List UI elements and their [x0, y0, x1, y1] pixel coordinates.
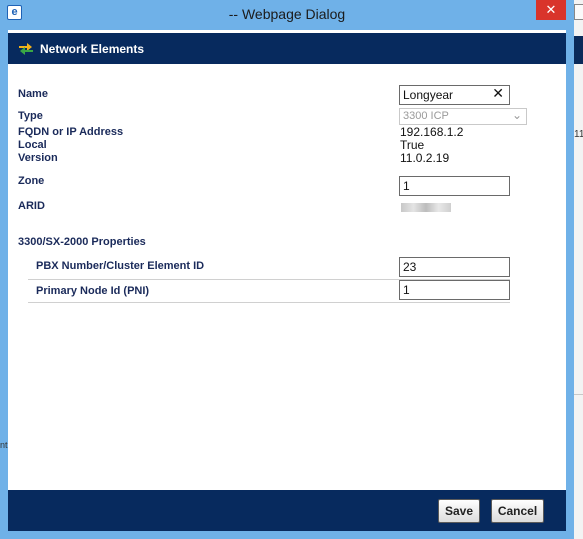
background-text-fragment: nt [0, 440, 8, 450]
network-elements-icon [19, 43, 33, 55]
fqdn-label: FQDN or IP Address [18, 126, 124, 138]
chevron-down-icon: ⌄ [511, 108, 522, 122]
close-button[interactable]: ✕ [536, 0, 566, 20]
properties-section-title: 3300/SX-2000 Properties [18, 236, 146, 248]
arid-redacted-value [401, 203, 451, 212]
background-header-bar [574, 36, 583, 64]
zone-label: Zone [18, 175, 45, 187]
clear-icon[interactable]: ✕ [492, 86, 504, 101]
local-label: Local [18, 139, 47, 151]
version-label: Version [18, 152, 58, 164]
fqdn-value: 192.168.1.2 [400, 125, 464, 139]
page-title: Network Elements [40, 42, 145, 56]
name-label: Name [18, 88, 48, 100]
background-divider [574, 394, 583, 395]
pbx-number-value: 23 [403, 260, 417, 274]
dialog-content: Network Elements Name Longyear ✕ Type 33… [8, 30, 566, 531]
version-value: 11.0.2.19 [400, 151, 450, 165]
type-select: 3300 ICP ⌄ [399, 108, 527, 125]
cancel-button[interactable]: Cancel [491, 499, 544, 523]
webpage-dialog: e -- Webpage Dialog ✕ Network Elements N… [0, 0, 574, 539]
pni-value: 1 [403, 283, 410, 297]
background-control [574, 4, 583, 20]
dialog-footer: Save Cancel [8, 490, 566, 531]
zone-input-value: 1 [403, 179, 410, 193]
title-bar[interactable]: e -- Webpage Dialog ✕ [0, 0, 574, 30]
dialog-title: -- Webpage Dialog [228, 6, 346, 22]
save-button[interactable]: Save [438, 499, 480, 523]
divider [28, 302, 510, 303]
pbx-number-label: PBX Number/Cluster Element ID [36, 260, 205, 272]
arid-label: ARID [18, 200, 45, 212]
type-select-value: 3300 ICP [403, 110, 449, 122]
pni-input[interactable]: 1 [399, 280, 510, 300]
section-header: Network Elements [8, 33, 566, 64]
local-value: True [400, 138, 425, 152]
name-input-value: Longyear [403, 88, 454, 102]
zone-input[interactable]: 1 [399, 176, 510, 196]
type-label: Type [18, 110, 43, 122]
background-text-fragment: 11 [574, 129, 583, 140]
background-page-right: 11 [574, 0, 583, 539]
pni-label: Primary Node Id (PNI) [36, 285, 150, 297]
pbx-number-input[interactable]: 23 [399, 257, 510, 277]
name-input[interactable]: Longyear ✕ [399, 85, 510, 105]
